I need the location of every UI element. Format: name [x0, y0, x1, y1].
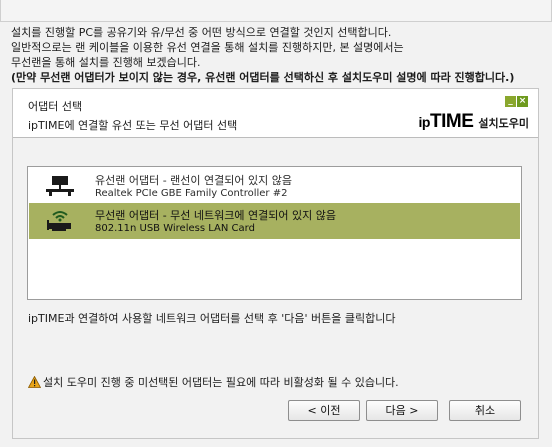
- brand-subtitle: 설치도우미: [478, 117, 529, 130]
- next-button[interactable]: 다음 >: [366, 400, 438, 421]
- instruction-text: ipTIME과 연결하여 사용할 네트워크 어댑터를 선택 후 '다음' 버튼을…: [28, 312, 396, 325]
- wired-network-icon: [46, 176, 74, 196]
- warning-message: 설치 도우미 진행 중 미선택된 어댑터는 필요에 따라 비활성화 될 수 있습…: [28, 374, 399, 390]
- cancel-button[interactable]: 취소: [449, 400, 521, 421]
- iptime-logo: ipTIME 설치도우미: [419, 111, 529, 133]
- close-button[interactable]: ×: [517, 96, 528, 107]
- adapter-list[interactable]: 유선랜 어댑터 - 랜선이 연결되어 있지 않음 Realtek PCIe GB…: [27, 166, 522, 300]
- intro-line-3: 무선랜을 통해 설치를 진행해 보겠습니다.: [11, 56, 201, 69]
- brand-time: TIME: [430, 111, 474, 132]
- adapter-name: 유선랜 어댑터 - 랜선이 연결되어 있지 않음: [95, 174, 292, 187]
- adapter-description: 802.11n USB Wireless LAN Card: [95, 223, 255, 234]
- list-item-wireless-adapter[interactable]: 무선랜 어댑터 - 무선 네트워크에 연결되어 있지 않음 802.11n US…: [29, 203, 520, 239]
- list-item-wired-adapter[interactable]: 유선랜 어댑터 - 랜선이 연결되어 있지 않음 Realtek PCIe GB…: [29, 168, 520, 204]
- adapter-select-dialog: 어댑터 선택 ipTIME에 연결할 유선 또는 무선 어댑터 선택 _ × i…: [12, 88, 539, 439]
- brand-logo: ipTIME: [419, 111, 474, 133]
- wireless-card-icon: [47, 211, 71, 231]
- intro-line-4: (만약 무선랜 어댑터가 보이지 않는 경우, 유선랜 어댑터를 선택하신 후 …: [11, 71, 515, 84]
- intro-line-1: 설치를 진행할 PC를 공유기와 유/무선 중 어떤 방식으로 연결할 것인지 …: [11, 26, 392, 39]
- window-controls: _ ×: [505, 96, 528, 107]
- dialog-title: 어댑터 선택: [28, 100, 83, 113]
- warning-icon: [28, 376, 41, 388]
- brand-ip: ip: [418, 114, 431, 130]
- minimize-button[interactable]: _: [505, 96, 516, 107]
- top-frame: [0, 0, 552, 22]
- dialog-subtitle: ipTIME에 연결할 유선 또는 무선 어댑터 선택: [28, 119, 238, 132]
- prev-button[interactable]: < 이전: [288, 400, 360, 421]
- dialog-header: 어댑터 선택 ipTIME에 연결할 유선 또는 무선 어댑터 선택 _ × i…: [13, 89, 538, 138]
- intro-line-2: 일반적으로는 랜 케이블을 이용한 유선 연결을 통해 설치를 진행하지만, 본…: [11, 41, 404, 54]
- adapter-description: Realtek PCIe GBE Family Controller #2: [95, 188, 288, 199]
- adapter-name: 무선랜 어댑터 - 무선 네트워크에 연결되어 있지 않음: [95, 209, 336, 222]
- warning-text: 설치 도우미 진행 중 미선택된 어댑터는 필요에 따라 비활성화 될 수 있습…: [43, 376, 399, 389]
- intro-text: 설치를 진행할 PC를 공유기와 유/무선 중 어떤 방식으로 연결할 것인지 …: [11, 25, 546, 85]
